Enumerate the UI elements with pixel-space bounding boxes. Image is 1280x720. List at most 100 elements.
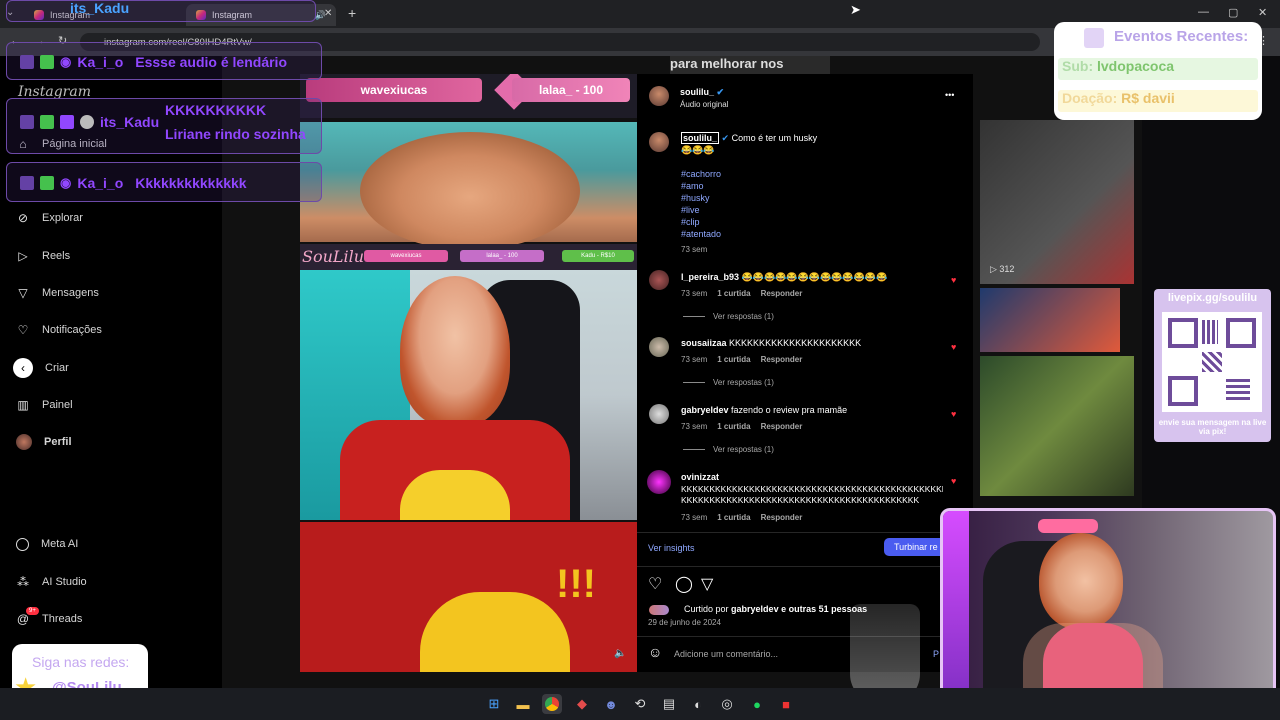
close-tab-icon[interactable]: ✕ xyxy=(324,8,332,19)
like-heart-icon[interactable]: ♥ xyxy=(951,275,956,285)
sidebar-item-dashboard[interactable]: ▥ Painel xyxy=(16,395,72,415)
video-frame-bottom: !!! xyxy=(300,522,637,672)
close-window-button[interactable]: ✕ xyxy=(1258,6,1267,19)
view-replies-button[interactable]: Ver respostas (1) xyxy=(683,445,774,454)
minimize-button[interactable]: — xyxy=(1198,6,1209,18)
spotify-icon[interactable]: ● xyxy=(747,694,767,714)
events-title: Eventos Recentes: xyxy=(1114,28,1249,45)
like-count[interactable]: 1 curtida xyxy=(717,355,750,364)
latest-donation: Doação: R$ davii xyxy=(1058,90,1258,112)
avatar[interactable] xyxy=(649,86,669,106)
avatar[interactable] xyxy=(649,337,669,357)
app-icon[interactable]: ◐ xyxy=(688,694,708,714)
reel-comments-panel: soulilu_ ✔ Áudio original ••• soulilu_ ✔… xyxy=(637,74,973,672)
reply-button[interactable]: Responder xyxy=(761,422,803,431)
heart-icon: ♡ xyxy=(17,323,29,337)
hashtag-list: #cachorro #amo #husky #live #clip #atent… xyxy=(681,168,721,240)
stream-logo: SouLilu xyxy=(302,247,365,266)
view-insights-link[interactable]: Ver insights xyxy=(648,543,695,553)
view-replies-button[interactable]: Ver respostas (1) xyxy=(683,312,774,321)
post-comment-button[interactable]: P xyxy=(933,649,939,659)
mute-icon[interactable]: 🔈 xyxy=(614,648,626,659)
like-count[interactable]: 1 curtida xyxy=(717,422,750,431)
collapse-arrow-icon[interactable]: ‹ xyxy=(13,358,33,378)
chart-icon: ▥ xyxy=(17,398,29,412)
app-icon[interactable]: ◆ xyxy=(572,694,592,714)
sidebar-item-reels[interactable]: ▷ Reels xyxy=(16,246,70,266)
more-options-icon[interactable]: ••• xyxy=(945,90,954,100)
maximize-button[interactable]: ▢ xyxy=(1228,6,1238,19)
share-icon[interactable]: ▽ xyxy=(701,574,713,594)
avatar[interactable] xyxy=(649,404,669,424)
comment-text: 😂😂😂😂😂😂😂😂😂😂😂😂😂 xyxy=(741,272,888,282)
caption-user[interactable]: soulilu_ xyxy=(681,132,720,144)
sidebar-item-ai-studio[interactable]: ⁂ AI Studio xyxy=(16,572,87,592)
like-count[interactable]: 1 curtida xyxy=(717,289,750,298)
view-replies-label: Ver respostas (1) xyxy=(713,445,774,454)
avatar[interactable] xyxy=(649,132,669,152)
app-icon[interactable]: ■ xyxy=(776,694,796,714)
comment-input[interactable]: Adicione um comentário... xyxy=(674,649,778,659)
livepix-title: livepix.gg/soulilu xyxy=(1167,292,1258,304)
stream-goal-banner: wavexiucas lalaa_ - 100 xyxy=(300,74,637,118)
hashtag[interactable]: #husky xyxy=(681,192,721,204)
divider xyxy=(637,566,973,567)
reel-video[interactable]: wavexiucas lalaa_ - 100 SouLilu wavexiuc… xyxy=(300,74,637,672)
chat-username: Ka_i_o xyxy=(77,54,124,70)
app-icon[interactable]: ⟲ xyxy=(630,694,650,714)
feed-thumbnail[interactable] xyxy=(980,288,1120,352)
sidebar-item-explore[interactable]: ⊘ Explorar xyxy=(16,208,83,228)
sidebar-item-label: Criar xyxy=(45,362,69,374)
comment-user[interactable]: l_pereira_b93 xyxy=(681,272,739,282)
comment-user[interactable]: ovinizzat xyxy=(681,472,719,482)
comment-user[interactable]: sousaiizaa xyxy=(681,338,727,348)
comment-user[interactable]: gabryeldev xyxy=(681,405,729,415)
file-explorer-icon[interactable]: ▬ xyxy=(513,694,533,714)
sidebar-item-messages[interactable]: ▽ Mensagens xyxy=(16,283,99,303)
new-tab-button[interactable]: + xyxy=(348,5,356,21)
hashtag[interactable]: #atentado xyxy=(681,228,721,240)
divider xyxy=(637,532,973,533)
like-heart-icon[interactable]: ♥ xyxy=(951,409,956,419)
comment-text: fazendo o review pra mamãe xyxy=(731,405,848,415)
sidebar-item-notifications[interactable]: ♡ Notificações xyxy=(16,320,102,340)
like-count[interactable]: 1 curtida xyxy=(717,513,750,522)
like-heart-icon[interactable]: ♡ xyxy=(648,574,662,594)
like-heart-icon[interactable]: ♥ xyxy=(951,342,956,352)
chrome-icon[interactable] xyxy=(542,694,562,714)
liked-by[interactable]: Curtido por gabryeldev e outras 51 pesso… xyxy=(684,604,867,614)
hashtag[interactable]: #amo xyxy=(681,180,721,192)
verified-icon: ✔ xyxy=(721,133,730,143)
qr-code xyxy=(1162,312,1262,412)
comment-bubble-icon[interactable]: ◯ xyxy=(675,574,693,594)
hashtag[interactable]: #live xyxy=(681,204,721,216)
comment-text: KKKKKKKKKKKKKKKKKKKKKKKKKKKKKKKKKKKKKKKK… xyxy=(681,484,943,494)
reply-button[interactable]: Responder xyxy=(761,355,803,364)
bar-item: lalaa_ - 100 xyxy=(460,250,544,262)
emoji-icon[interactable]: ☺ xyxy=(648,644,662,660)
reply-button[interactable]: Responder xyxy=(761,513,803,522)
avatar[interactable] xyxy=(647,470,671,494)
feed-thumbnail[interactable] xyxy=(980,356,1134,496)
windows-start-icon[interactable]: ⊞ xyxy=(484,694,504,714)
audio-label[interactable]: Áudio original xyxy=(680,100,728,109)
post-author[interactable]: soulilu_ ✔ xyxy=(680,87,724,98)
reply-button[interactable]: Responder xyxy=(761,289,803,298)
mod-badge-icon xyxy=(40,176,54,190)
hashtag[interactable]: #cachorro xyxy=(681,168,721,180)
sidebar-item-create[interactable]: ‹ Criar xyxy=(13,358,69,378)
obs-icon[interactable]: ◎ xyxy=(717,694,737,714)
like-heart-icon[interactable]: ♥ xyxy=(951,476,956,486)
discord-icon[interactable]: ☻ xyxy=(601,694,621,714)
chat-line: its_Kadu xyxy=(20,114,159,130)
hashtag[interactable]: #clip xyxy=(681,216,721,228)
app-icon[interactable]: ▤ xyxy=(659,694,679,714)
liked-by-user[interactable]: gabryeldev xyxy=(731,604,779,614)
view-replies-button[interactable]: Ver respostas (1) xyxy=(683,378,774,387)
sidebar-item-meta-ai[interactable]: Meta AI xyxy=(16,534,78,554)
sidebar-item-profile[interactable]: Perfil xyxy=(16,432,72,452)
feed-thumbnail[interactable] xyxy=(980,120,1134,284)
timestamp: 73 sem xyxy=(681,289,708,298)
avatar[interactable] xyxy=(649,270,669,290)
view-replies-label: Ver respostas (1) xyxy=(713,312,774,321)
